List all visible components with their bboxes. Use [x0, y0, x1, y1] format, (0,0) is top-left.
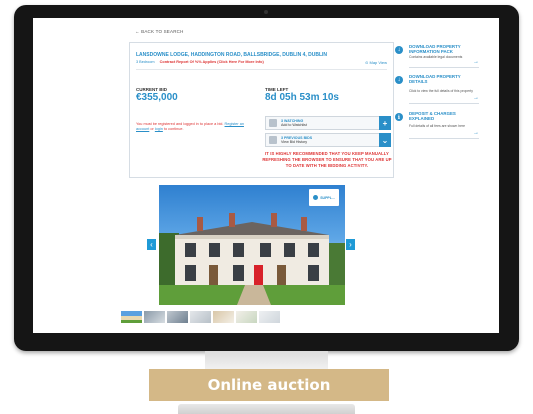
doc-title: DEPOSIT & CHARGES EXPLAINED — [409, 111, 456, 122]
property-photo[interactable]: SUPPL... — [159, 185, 345, 305]
agent-logo-text: SUPPL... — [320, 195, 335, 200]
monitor-stand-foot — [178, 404, 355, 414]
doc-divider — [409, 103, 479, 104]
registration-note-text: You must be registered and logged in to … — [136, 122, 224, 126]
property-address: LANSDOWNE LODGE, HADDINGTON ROAD, BALLSB… — [136, 52, 328, 58]
bedroom-count: 3 Bedroom — [136, 60, 155, 64]
webcam-dot — [264, 10, 268, 14]
doc-divider — [409, 138, 479, 139]
gavel-icon — [269, 136, 277, 144]
download-icon: ↓ — [395, 46, 403, 54]
to-continue-text: to continue. — [163, 127, 184, 132]
watchlist-row: 3 WATCHING Add to Watchlist + — [265, 116, 391, 130]
caption-banner: Online auction — [149, 369, 389, 401]
map-pin-icon: ⊙ — [365, 60, 369, 65]
doc-title: DOWNLOAD PROPERTY DETAILS — [409, 74, 461, 85]
chevron-left-icon: ‹ — [150, 240, 153, 249]
thumbnail[interactable] — [144, 311, 165, 323]
thumbnail[interactable] — [213, 311, 234, 323]
add-to-watchlist-button[interactable]: + — [379, 116, 391, 130]
thumbnail-strip — [121, 311, 280, 323]
map-view-link[interactable]: ⊙ Map View — [365, 60, 387, 65]
caption-text: Online auction — [207, 376, 331, 394]
chevron-down-icon: ⌄ — [381, 135, 389, 145]
back-to-search-link[interactable]: ← BACK TO SEARCH — [135, 29, 184, 34]
doc-subtitle: Click to view the full details of this p… — [409, 89, 473, 93]
monitor-stand-neck — [205, 351, 328, 371]
view-bid-history-label: View Bid History — [281, 140, 308, 144]
gallery-next-button[interactable]: › — [346, 239, 355, 250]
info-icon: ℹ — [395, 113, 403, 121]
or-text: or — [150, 127, 154, 132]
thumbnail[interactable] — [167, 311, 188, 323]
panel-divider — [136, 69, 387, 70]
previous-bids-count: 3 PREVIOUS BIDS — [281, 135, 313, 140]
map-view-label: Map View — [369, 60, 388, 65]
watching-count: 3 WATCHING — [281, 118, 304, 123]
plus-icon: + — [382, 118, 388, 128]
monitor-frame: ← BACK TO SEARCH LANSDOWNE LODGE, HADDIN… — [14, 5, 519, 351]
property-subline: 3 Bedroom Contract Report Of %% Applies … — [136, 60, 264, 64]
monitor-screen: ← BACK TO SEARCH LANSDOWNE LODGE, HADDIN… — [33, 18, 499, 333]
arrow-right-icon: → — [473, 130, 479, 136]
bid-history-row: 3 PREVIOUS BIDS View Bid History ⌄ — [265, 133, 391, 147]
time-left-value: 8d 05h 53m 10s — [265, 92, 339, 103]
arrow-right-icon: → — [473, 95, 479, 101]
chevron-right-icon: › — [349, 240, 352, 249]
doc-divider — [409, 67, 479, 68]
arrow-right-icon: → — [473, 59, 479, 65]
login-link[interactable]: login — [155, 127, 163, 131]
refresh-warning: IT IS HIGHLY RECOMMENDED THAT YOU KEEP M… — [262, 151, 392, 168]
doc-subtitle: Full details of all fees are shown here — [409, 124, 465, 128]
thumbnail[interactable] — [259, 311, 280, 323]
add-to-watchlist-label: Add to Watchlist — [281, 123, 307, 127]
contract-report-link[interactable]: Contract Report Of %% Applies (Click Her… — [160, 60, 264, 64]
current-bid-value: €355,000 — [136, 92, 178, 103]
eye-icon — [269, 119, 277, 127]
doc-title: DOWNLOAD PROPERTY INFORMATION PACK — [409, 44, 461, 55]
agent-logo-icon — [313, 195, 319, 200]
agent-logo-badge: SUPPL... — [309, 189, 339, 206]
view-bid-history-button[interactable]: ⌄ — [379, 133, 391, 147]
auction-panel: LANSDOWNE LODGE, HADDINGTON ROAD, BALLSB… — [129, 42, 394, 178]
download-icon: ↓ — [395, 76, 403, 84]
gallery-prev-button[interactable]: ‹ — [147, 239, 156, 250]
registration-note: You must be registered and logged in to … — [136, 122, 246, 132]
doc-subtitle: Contains available legal documents — [409, 55, 463, 59]
thumbnail[interactable] — [121, 311, 142, 323]
thumbnail[interactable] — [190, 311, 211, 323]
thumbnail[interactable] — [236, 311, 257, 323]
